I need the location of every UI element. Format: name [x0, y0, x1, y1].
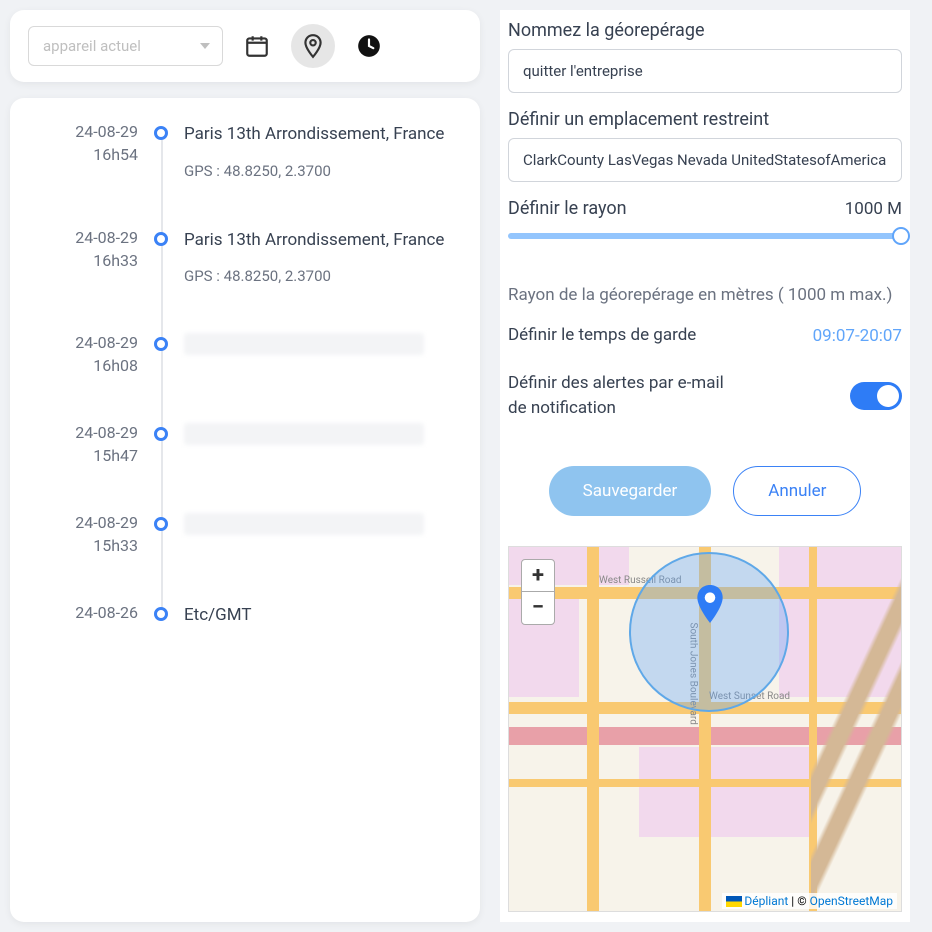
geofence-circle [629, 552, 789, 712]
radius-label: Définir le rayon [508, 198, 627, 219]
cancel-button[interactable]: Annuler [733, 466, 861, 516]
timeline-dot-icon [154, 232, 168, 246]
timeline-time: 15h33 [30, 536, 138, 555]
location-icon[interactable] [291, 24, 335, 68]
radius-value: 1000 M [845, 199, 902, 219]
location-label: Définir un emplacement restreint [508, 109, 902, 130]
timeline-date: 24-08-29 [30, 333, 138, 352]
timeline-time: 16h33 [30, 251, 138, 270]
timeline-dot-icon [154, 427, 168, 441]
timeline-item[interactable]: 24-08-29 15h33 [30, 513, 460, 555]
timeline-time: 16h08 [30, 356, 138, 375]
radius-help-text: Rayon de la géorepérage en mètres ( 1000… [508, 285, 902, 305]
timeline-blurred-content [184, 333, 424, 355]
timeline-gps: GPS : 48.8250, 2.3700 [184, 267, 460, 285]
timeline-date: 24-08-26 [30, 603, 138, 622]
radius-slider[interactable] [508, 233, 902, 239]
slider-thumb[interactable] [892, 227, 910, 245]
timeline-dot-icon [154, 126, 168, 140]
timeline-dot-icon [154, 517, 168, 531]
map[interactable]: West Russell Road West Sunset Road South… [508, 546, 902, 913]
timeline-time: 16h54 [30, 145, 138, 164]
map-zoom-controls: + − [521, 559, 555, 625]
timeline-date: 24-08-29 [30, 423, 138, 442]
timeline-blurred-content [184, 513, 424, 535]
name-label: Nommez la géorepérage [508, 20, 902, 41]
toolbar: appareil actuel [10, 10, 480, 82]
zoom-out-button[interactable]: − [522, 592, 554, 624]
leaflet-link[interactable]: Dépliant [744, 894, 788, 908]
geofence-name-input[interactable] [508, 49, 902, 93]
device-select[interactable]: appareil actuel [28, 26, 223, 66]
timeline-dot-icon [154, 337, 168, 351]
timeline-time: 15h47 [30, 446, 138, 465]
timeline-item[interactable]: 24-08-29 16h08 [30, 333, 460, 375]
timeline-date: 24-08-29 [30, 513, 138, 532]
location-timeline: 24-08-29 16h54 Paris 13th Arrondissement, … [10, 98, 480, 922]
guard-time-label: Définir le temps de garde [508, 323, 696, 349]
timeline-date: 24-08-29 [30, 122, 138, 141]
timeline-item[interactable]: 24-08-29 15h47 [30, 423, 460, 465]
osm-link[interactable]: OpenStreetMap [810, 894, 893, 908]
map-attribution: Dépliant | © OpenStreetMap [722, 893, 897, 909]
timeline-gps: GPS : 48.8250, 2.3700 [184, 162, 460, 180]
timeline-date: 24-08-29 [30, 228, 138, 247]
timeline-dot-icon [154, 607, 168, 621]
timeline-location: Paris 13th Arrondissement, France [184, 122, 460, 148]
timeline-location: Etc/GMT [184, 603, 460, 629]
geofence-form: Nommez la géorepérage Définir un emplace… [500, 10, 910, 922]
email-alert-label: Définir des alertes par e-mail de notifi… [508, 371, 738, 422]
timeline-item[interactable]: 24-08-29 16h54 Paris 13th Arrondissement, … [30, 122, 460, 180]
zoom-in-button[interactable]: + [522, 560, 554, 592]
calendar-icon[interactable] [241, 30, 273, 62]
timeline-location: Paris 13th Arrondissement, France [184, 228, 460, 254]
save-button[interactable]: Sauvegarder [549, 466, 712, 516]
timeline-item[interactable]: 24-08-26 Etc/GMT [30, 603, 460, 629]
timeline-blurred-content [184, 423, 424, 445]
map-pin-icon [697, 585, 723, 627]
location-input[interactable] [508, 138, 902, 182]
clock-icon[interactable] [353, 30, 385, 62]
email-alert-toggle[interactable] [850, 382, 902, 410]
guard-time-value[interactable]: 09:07-20:07 [813, 326, 902, 346]
timeline-item[interactable]: 24-08-29 16h33 Paris 13th Arrondissement, … [30, 228, 460, 286]
